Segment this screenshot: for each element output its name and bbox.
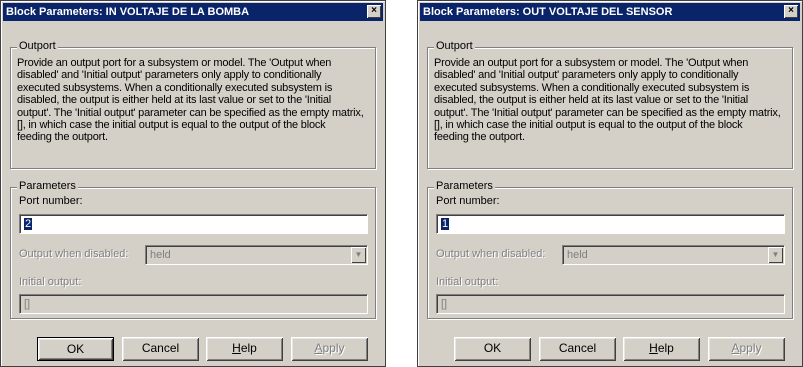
help-mnemonic: H bbox=[232, 341, 241, 355]
description-line: disabled' and 'Initial output' parameter… bbox=[434, 69, 739, 82]
apply-label-rest: pply bbox=[739, 341, 762, 355]
apply-mnemonic: A bbox=[731, 341, 740, 355]
parameters-legend: Parameters bbox=[434, 180, 495, 192]
title-bar[interactable]: Block Parameters: OUT VOLTAJE DEL SENSOR… bbox=[420, 3, 800, 21]
description-line: [], in which case the initial output is … bbox=[434, 119, 743, 132]
close-icon[interactable]: × bbox=[784, 5, 798, 18]
apply-mnemonic: A bbox=[314, 341, 323, 355]
output-when-disabled-value: held bbox=[150, 249, 171, 261]
window-title: Block Parameters: OUT VOLTAJE DEL SENSOR bbox=[423, 6, 673, 18]
output-when-disabled-value: held bbox=[567, 249, 588, 261]
close-icon[interactable]: × bbox=[367, 5, 381, 18]
parameters-group: Parameters Port number: 2 Output when di… bbox=[10, 180, 376, 319]
outport-legend: Outport bbox=[434, 40, 475, 52]
port-number-input[interactable]: 1 bbox=[436, 214, 785, 234]
description-line: feeding the outport. bbox=[17, 131, 108, 144]
description-line: [], in which case the initial output is … bbox=[17, 119, 326, 132]
description-line: Provide an output port for a subsystem o… bbox=[434, 57, 749, 69]
cancel-button[interactable]: Cancel bbox=[122, 337, 199, 361]
help-button[interactable]: Help bbox=[206, 337, 283, 361]
initial-output-value: [] bbox=[441, 298, 448, 310]
initial-output-input[interactable]: [] bbox=[436, 294, 785, 314]
description-line: disabled, the output is either held at i… bbox=[17, 94, 332, 107]
initial-output-input[interactable]: [] bbox=[19, 294, 368, 314]
description-line: Provide an output port for a subsystem o… bbox=[17, 57, 332, 69]
help-mnemonic: H bbox=[649, 341, 658, 355]
outport-group: Outport Provide an output port for a sub… bbox=[427, 40, 793, 169]
description-line: disabled, the output is either held at i… bbox=[434, 94, 749, 107]
block-parameters-dialog-left: Block Parameters: IN VOLTAJE DE LA BOMBA… bbox=[0, 0, 386, 367]
ok-button[interactable]: OK bbox=[454, 337, 531, 361]
initial-output-value: [] bbox=[24, 298, 31, 310]
description-line: executed subsystems. When a conditionall… bbox=[17, 81, 333, 94]
outport-group: Outport Provide an output port for a sub… bbox=[10, 40, 376, 169]
help-label-rest: elp bbox=[657, 341, 674, 355]
port-number-label: Port number: bbox=[19, 195, 83, 207]
outport-legend: Outport bbox=[17, 40, 58, 52]
block-parameters-dialog-right: Block Parameters: OUT VOLTAJE DEL SENSOR… bbox=[417, 0, 803, 367]
parameters-legend: Parameters bbox=[17, 180, 78, 192]
description-line: feeding the outport. bbox=[434, 131, 525, 144]
apply-label-rest: pply bbox=[322, 341, 345, 355]
help-button[interactable]: Help bbox=[623, 337, 700, 361]
description-line: output'. The 'Initial output' parameter … bbox=[434, 106, 781, 119]
output-when-disabled-label: Output when disabled: bbox=[19, 248, 129, 260]
ok-button[interactable]: OK bbox=[37, 337, 114, 361]
window-title: Block Parameters: IN VOLTAJE DE LA BOMBA bbox=[6, 6, 250, 18]
parameters-group: Parameters Port number: 1 Output when di… bbox=[427, 180, 793, 319]
cancel-button[interactable]: Cancel bbox=[539, 337, 616, 361]
port-number-input[interactable]: 2 bbox=[19, 214, 368, 234]
port-number-value: 1 bbox=[441, 218, 450, 230]
outport-description: Provide an output port for a subsystem o… bbox=[17, 57, 371, 144]
initial-output-label: Initial output: bbox=[19, 276, 82, 288]
description-line: executed subsystems. When a conditionall… bbox=[434, 81, 750, 94]
chevron-down-icon[interactable]: ▼ bbox=[768, 247, 783, 263]
apply-button[interactable]: Apply bbox=[291, 337, 368, 361]
apply-button[interactable]: Apply bbox=[708, 337, 785, 361]
help-label-rest: elp bbox=[240, 341, 257, 355]
port-number-value: 2 bbox=[24, 218, 33, 230]
output-when-disabled-label: Output when disabled: bbox=[436, 248, 546, 260]
description-line: output'. The 'Initial output' parameter … bbox=[17, 106, 364, 119]
output-when-disabled-select[interactable]: held ▼ bbox=[145, 245, 368, 265]
outport-description: Provide an output port for a subsystem o… bbox=[434, 57, 788, 144]
chevron-down-icon[interactable]: ▼ bbox=[351, 247, 366, 263]
output-when-disabled-select[interactable]: held ▼ bbox=[562, 245, 785, 265]
port-number-label: Port number: bbox=[436, 195, 500, 207]
description-line: disabled' and 'Initial output' parameter… bbox=[17, 69, 322, 82]
title-bar[interactable]: Block Parameters: IN VOLTAJE DE LA BOMBA… bbox=[3, 3, 383, 21]
initial-output-label: Initial output: bbox=[436, 276, 499, 288]
